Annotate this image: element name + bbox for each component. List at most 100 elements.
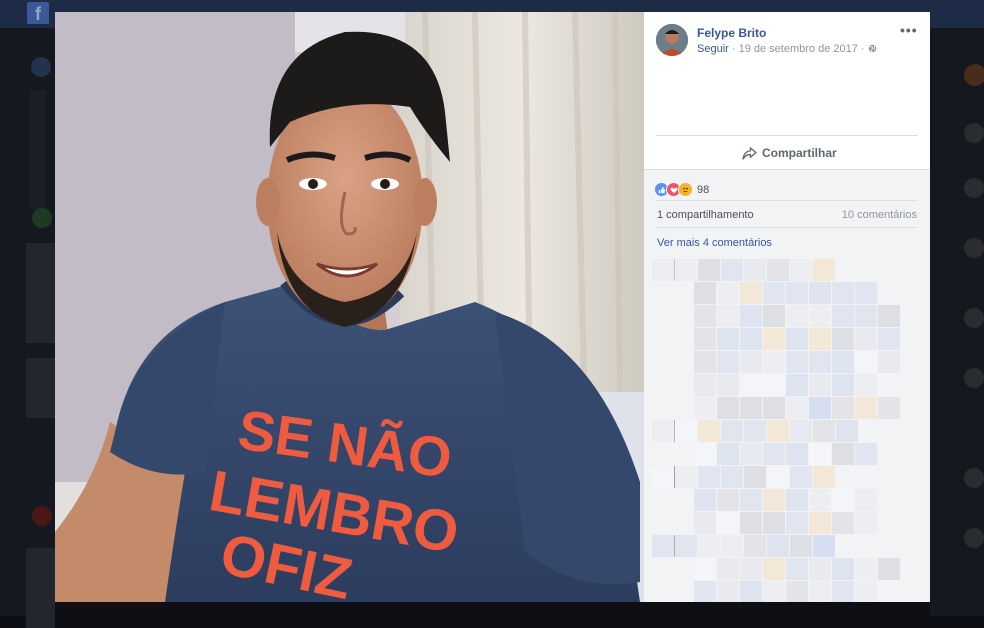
post-photo[interactable]: SE NÃO LEMBRO OFIZ bbox=[55, 12, 644, 602]
blurred-comment-cell bbox=[740, 443, 762, 465]
blurred-comment-cell bbox=[721, 466, 743, 488]
blurred-comment-cell bbox=[809, 512, 831, 534]
blurred-comment-cell bbox=[744, 420, 766, 442]
blurred-comment-cell bbox=[855, 512, 877, 534]
blurred-comment-cell bbox=[855, 351, 877, 373]
blurred-comment-cell bbox=[813, 259, 835, 281]
share-arrow-icon bbox=[742, 146, 757, 160]
blurred-comment-cell bbox=[652, 535, 674, 557]
blurred-comment-cell bbox=[652, 466, 674, 488]
comments-divider bbox=[656, 227, 918, 228]
blurred-comment-cell bbox=[763, 397, 785, 419]
share-button[interactable]: Compartilhar bbox=[742, 143, 837, 163]
blurred-comment-cell bbox=[675, 535, 697, 557]
blurred-comment-cell bbox=[717, 351, 739, 373]
blurred-comment-cell bbox=[855, 558, 877, 580]
blurred-comment-cell bbox=[809, 489, 831, 511]
more-options-icon[interactable]: ••• bbox=[900, 22, 918, 38]
blurred-comment-cell bbox=[767, 259, 789, 281]
avatar-image bbox=[656, 24, 688, 56]
background-menu bbox=[30, 90, 46, 210]
author-avatar[interactable] bbox=[656, 24, 688, 56]
blurred-comment-cell bbox=[809, 443, 831, 465]
blurred-comment-cell bbox=[786, 374, 808, 396]
comments-section: 98 1 compartilhamento 10 comentários Ver… bbox=[644, 169, 930, 602]
blurred-comment-cell bbox=[763, 581, 785, 602]
blurred-comment-cell bbox=[744, 259, 766, 281]
blurred-comment-cell bbox=[717, 374, 739, 396]
blurred-comment-cell bbox=[786, 581, 808, 602]
globe-icon bbox=[868, 44, 876, 53]
follow-link[interactable]: Seguir bbox=[697, 43, 729, 55]
blurred-comment-cell bbox=[809, 351, 831, 373]
background-contact-avatar-8 bbox=[964, 528, 984, 548]
shares-count[interactable]: 1 compartilhamento bbox=[657, 209, 754, 221]
blurred-comment-cell bbox=[740, 305, 762, 327]
reaction-count[interactable]: 98 bbox=[697, 184, 709, 196]
blurred-comment-cell bbox=[694, 581, 716, 602]
blurred-comment-cell bbox=[763, 351, 785, 373]
blurred-comment-cell bbox=[763, 328, 785, 350]
blurred-comment-cell bbox=[698, 259, 720, 281]
blurred-comment-cell bbox=[790, 466, 812, 488]
post-date[interactable]: 19 de setembro de 2017 bbox=[739, 43, 858, 55]
blurred-comment-cell bbox=[717, 558, 739, 580]
blurred-comment-cell bbox=[717, 397, 739, 419]
blurred-comment-cell bbox=[740, 374, 762, 396]
blurred-comment-cell bbox=[832, 558, 854, 580]
blurred-comment-cell bbox=[855, 443, 877, 465]
share-label: Compartilhar bbox=[762, 146, 837, 160]
blurred-comment-cell bbox=[836, 420, 858, 442]
background-left-column bbox=[0, 28, 55, 628]
blurred-comment-cell bbox=[832, 489, 854, 511]
blurred-comment-cell bbox=[786, 558, 808, 580]
blurred-comment-cell bbox=[675, 420, 697, 442]
blurred-comment-cell bbox=[790, 259, 812, 281]
background-badge-icon bbox=[32, 506, 52, 526]
comments-count[interactable]: 10 comentários bbox=[842, 209, 917, 221]
blurred-comment-cell bbox=[855, 489, 877, 511]
blurred-comment-cell bbox=[717, 305, 739, 327]
blurred-comment-cell bbox=[855, 374, 877, 396]
blurred-comment-cell bbox=[813, 466, 835, 488]
see-more-comments-link[interactable]: Ver mais 4 comentários bbox=[657, 237, 772, 249]
blurred-comment-cell bbox=[721, 535, 743, 557]
blurred-comment-cell bbox=[855, 305, 877, 327]
blurred-comment-cell bbox=[855, 581, 877, 602]
blurred-comment-cell bbox=[721, 259, 743, 281]
blurred-comment-cell bbox=[694, 374, 716, 396]
blurred-comment-cell bbox=[694, 443, 716, 465]
blurred-comment-cell bbox=[763, 489, 785, 511]
blurred-comment-cell bbox=[652, 420, 674, 442]
blurred-comment-cell bbox=[786, 305, 808, 327]
blurred-comment-cell bbox=[717, 282, 739, 304]
stats-divider bbox=[656, 200, 918, 201]
background-bottom-strip bbox=[55, 602, 930, 616]
blurred-comment-cell bbox=[855, 397, 877, 419]
blurred-comment-cell bbox=[790, 420, 812, 442]
blurred-comment-cell bbox=[763, 374, 785, 396]
blurred-comment-cell bbox=[717, 328, 739, 350]
blurred-comment-cell bbox=[790, 535, 812, 557]
background-contact-avatar-5 bbox=[964, 308, 984, 328]
blurred-comment-cell bbox=[744, 466, 766, 488]
blurred-comment-cell bbox=[878, 397, 900, 419]
reactions-summary[interactable]: 98 bbox=[654, 182, 709, 197]
author-name[interactable]: Felype Brito bbox=[697, 26, 766, 40]
blurred-comment-cell bbox=[832, 443, 854, 465]
blurred-comment-cell bbox=[832, 351, 854, 373]
blurred-comment-cell bbox=[809, 328, 831, 350]
background-story-thumb-2 bbox=[26, 358, 55, 418]
blurred-comment-cell bbox=[809, 305, 831, 327]
blurred-comment-cell bbox=[698, 420, 720, 442]
blurred-comment-cell bbox=[855, 328, 877, 350]
blurred-comment-cell bbox=[786, 443, 808, 465]
blurred-comment-cell bbox=[763, 512, 785, 534]
blurred-comment-cell bbox=[832, 512, 854, 534]
blurred-comment-cell bbox=[813, 535, 835, 557]
background-story-thumb-3 bbox=[26, 548, 55, 628]
blurred-comment-cell bbox=[786, 397, 808, 419]
blurred-comment-cell bbox=[878, 558, 900, 580]
blurred-comment-cell bbox=[832, 305, 854, 327]
blurred-comment-cell bbox=[744, 535, 766, 557]
